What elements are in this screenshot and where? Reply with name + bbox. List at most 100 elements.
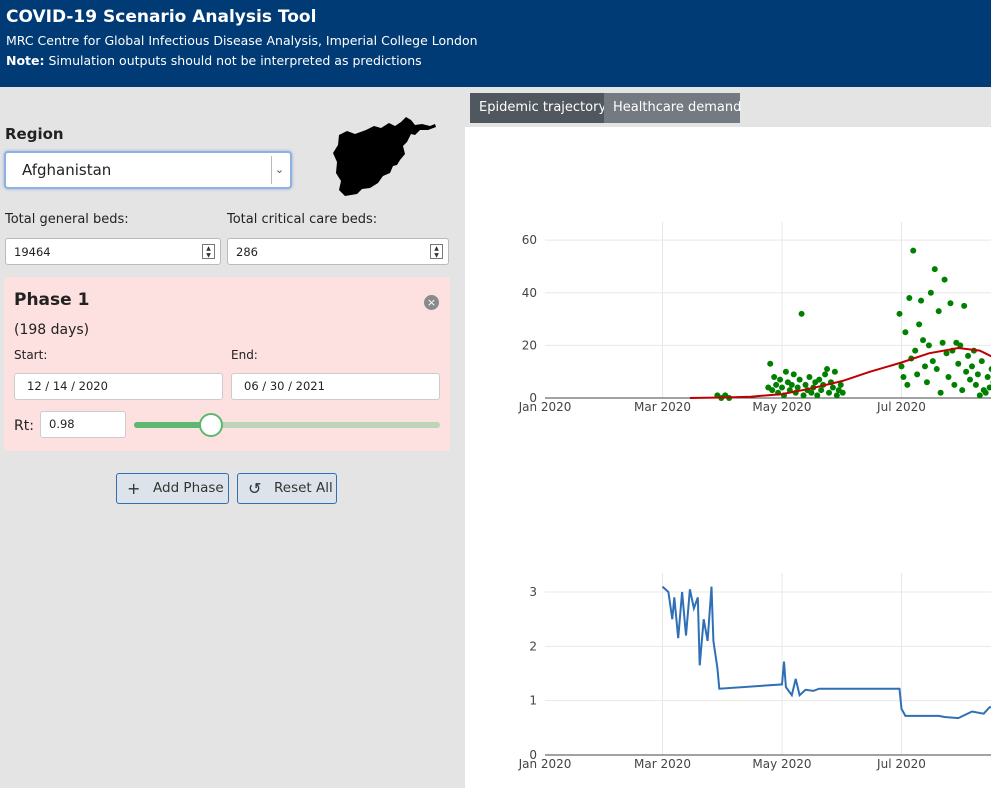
data-point — [947, 300, 954, 307]
general-beds-stepper[interactable]: ▲ ▼ — [202, 244, 215, 259]
data-point — [939, 339, 946, 346]
data-point — [822, 371, 829, 378]
x-tick-label: Jan 2020 — [518, 400, 572, 414]
data-point — [800, 392, 807, 399]
data-point — [904, 381, 911, 388]
x-tick-label: May 2020 — [752, 757, 811, 771]
data-point — [927, 289, 934, 296]
series-line — [661, 585, 991, 720]
data-point — [921, 363, 928, 370]
data-point — [896, 310, 903, 317]
data-point — [767, 360, 774, 367]
general-beds-label: Total general beds: — [5, 212, 129, 227]
x-tick-label: Mar 2020 — [634, 757, 691, 771]
plus-icon: + — [127, 479, 141, 498]
rt-chart: 0123Jan 2020 Mar 2020 May 2020 Jul 2020 — [518, 573, 991, 771]
y-tick-label: 1 — [529, 694, 537, 708]
reset-icon: ↺ — [248, 479, 262, 498]
critical-beds-stepper[interactable]: ▲ ▼ — [430, 244, 443, 259]
cases-chart: 0204060Jan 2020 Mar 2020 May 2020 Jul 2020 — [518, 222, 991, 414]
data-point — [833, 392, 840, 399]
note-text: Simulation outputs should not be interpr… — [44, 53, 422, 68]
data-point — [839, 389, 846, 396]
data-point — [814, 392, 821, 399]
data-point — [798, 310, 805, 317]
data-point — [933, 366, 940, 373]
phase-title: Phase 1 — [14, 290, 90, 310]
reset-all-button[interactable]: ↺ Reset All — [237, 473, 337, 504]
rt-label: Rt: — [14, 418, 34, 434]
reset-all-label: Reset All — [274, 480, 333, 496]
critical-beds-label: Total critical care beds: — [227, 212, 378, 227]
data-point — [923, 379, 930, 386]
data-point — [914, 371, 921, 378]
end-date-input[interactable]: 06 / 30 / 2021 — [231, 373, 440, 400]
data-point — [951, 381, 958, 388]
data-point — [967, 376, 974, 383]
critical-beds-input[interactable]: 286 ▲ ▼ — [227, 238, 449, 265]
data-point — [976, 392, 983, 399]
y-tick-label: 60 — [522, 233, 537, 247]
data-point — [935, 308, 942, 315]
data-point — [802, 381, 809, 388]
data-point — [782, 368, 789, 375]
y-tick-label: 2 — [529, 639, 537, 653]
region-select-value: Afghanistan — [22, 161, 112, 179]
data-point — [806, 373, 813, 380]
main-panel: 0 20 40 60 Jan 2020 Mar 2020 May 2020 Jul 2020 … — [465, 127, 991, 788]
data-point — [773, 381, 780, 388]
add-phase-label: Add Phase — [153, 480, 224, 496]
data-point — [779, 384, 785, 391]
y-tick-label: 40 — [522, 286, 537, 300]
general-beds-input[interactable]: 19464 ▲ ▼ — [5, 238, 221, 265]
add-phase-button[interactable]: + Add Phase — [116, 473, 229, 504]
data-point — [959, 387, 966, 394]
region-select[interactable]: Afghanistan ⌄ — [4, 151, 292, 189]
data-point — [984, 373, 991, 380]
data-point — [900, 373, 907, 380]
data-point — [925, 342, 932, 349]
data-point — [824, 366, 831, 373]
rt-slider-handle[interactable] — [198, 413, 223, 437]
data-point — [794, 384, 801, 391]
rt-input[interactable]: 0.98 — [40, 411, 126, 438]
rt-slider[interactable] — [134, 413, 440, 437]
y-tick-label: 3 — [529, 585, 537, 599]
note-label: Note: — [6, 53, 45, 68]
app-title: COVID-19 Scenario Analysis Tool — [6, 7, 317, 27]
data-point — [796, 376, 803, 383]
data-point — [902, 329, 909, 336]
data-point — [931, 266, 938, 273]
data-point — [968, 363, 975, 370]
end-label: End: — [231, 348, 258, 362]
data-point — [906, 295, 913, 302]
x-tick-label: Jul 2020 — [876, 400, 926, 414]
disclaimer-note: Note: Simulation outputs should not be i… — [6, 53, 422, 68]
data-point — [955, 360, 962, 367]
chevron-down-icon[interactable]: ⌄ — [271, 156, 287, 184]
data-point — [978, 358, 985, 365]
x-tick-label: Mar 2020 — [634, 400, 691, 414]
data-point — [982, 389, 989, 396]
data-point — [769, 387, 776, 394]
data-point — [986, 384, 991, 391]
data-point — [912, 347, 919, 354]
data-point — [829, 384, 836, 391]
data-point — [816, 376, 823, 383]
close-icon[interactable]: × — [424, 295, 439, 310]
tab-healthcare-demand[interactable]: Healthcare demand — [604, 93, 741, 123]
data-point — [808, 389, 815, 396]
data-point — [818, 387, 825, 394]
data-point — [916, 321, 923, 328]
data-point — [963, 368, 970, 375]
data-point — [941, 276, 948, 283]
general-beds-value: 19464 — [14, 245, 51, 259]
x-tick-label: May 2020 — [752, 400, 811, 414]
app-subtitle: MRC Centre for Global Infectious Disease… — [6, 33, 478, 48]
start-date-input[interactable]: 12 / 14 / 2020 — [14, 373, 223, 400]
phase-days: (198 days) — [14, 322, 90, 338]
data-point — [961, 302, 968, 309]
tab-epidemic-trajectory[interactable]: Epidemic trajectory — [470, 93, 606, 123]
data-point — [790, 371, 797, 378]
data-point — [945, 373, 952, 380]
